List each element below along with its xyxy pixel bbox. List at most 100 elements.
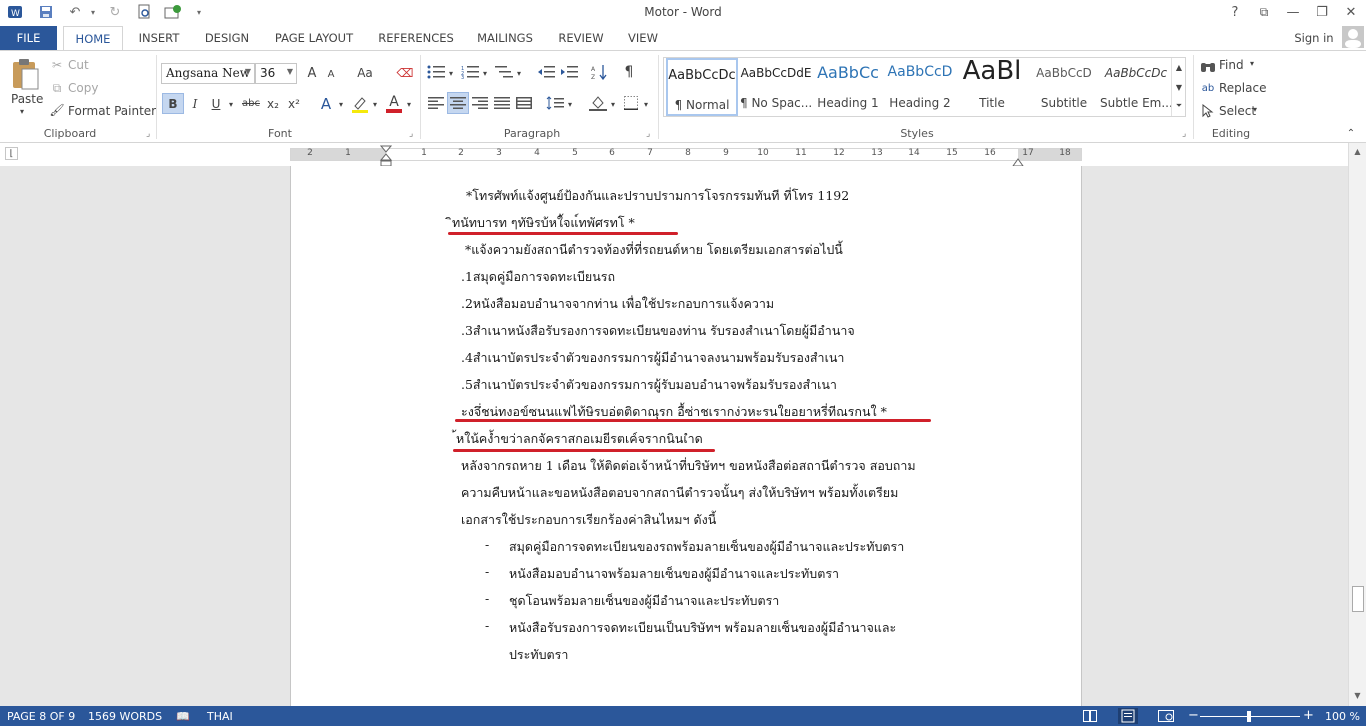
copy-button[interactable]: Copy xyxy=(68,81,98,95)
paste-button[interactable]: Paste xyxy=(11,92,43,106)
select-button[interactable]: Select xyxy=(1219,104,1256,118)
format-painter-button[interactable]: Format Painter xyxy=(68,104,156,118)
proofing-icon[interactable]: 📖 xyxy=(176,710,190,723)
tab-mailings[interactable]: MAILINGS xyxy=(470,26,540,50)
styles-launcher-icon[interactable]: ⌟ xyxy=(1182,130,1191,139)
text-effects-icon[interactable]: A xyxy=(317,93,335,114)
align-right-icon[interactable] xyxy=(470,94,490,112)
scroll-down-icon[interactable]: ▼ xyxy=(1174,80,1184,94)
sort-icon[interactable]: AZ xyxy=(590,63,610,81)
multilevel-list-icon[interactable] xyxy=(494,63,514,81)
increase-indent-icon[interactable] xyxy=(559,63,579,81)
italic-button[interactable]: I xyxy=(186,93,204,114)
replace-button[interactable]: Replace xyxy=(1219,81,1266,95)
borders-icon[interactable] xyxy=(621,94,641,112)
more-styles-icon[interactable]: ⏷ xyxy=(1174,99,1184,113)
avatar[interactable] xyxy=(1342,26,1364,48)
chevron-down-icon[interactable]: ▾ xyxy=(446,66,456,80)
chevron-down-icon[interactable]: ▾ xyxy=(514,66,524,80)
paste-icon[interactable] xyxy=(8,57,42,91)
clipboard-launcher-icon[interactable]: ⌟ xyxy=(146,130,155,139)
tab-page-layout[interactable]: PAGE LAYOUT xyxy=(266,26,362,50)
style-heading-2[interactable]: AaBbCcD Heading 2 xyxy=(884,58,956,116)
tab-view[interactable]: VIEW xyxy=(620,26,666,50)
language-indicator[interactable]: THAI xyxy=(207,710,233,723)
chevron-down-icon[interactable]: ▾ xyxy=(608,97,618,111)
help-button[interactable]: ? xyxy=(1224,2,1246,22)
paste-dropdown-icon[interactable]: ▾ xyxy=(20,107,24,116)
paragraph-launcher-icon[interactable]: ⌟ xyxy=(646,130,655,139)
style-normal[interactable]: AaBbCcDc ¶ Normal xyxy=(666,58,738,116)
tab-review[interactable]: REVIEW xyxy=(550,26,612,50)
zoom-in-button[interactable]: + xyxy=(1303,708,1314,723)
print-layout-icon[interactable] xyxy=(1118,708,1138,724)
tab-file[interactable]: FILE xyxy=(0,26,57,50)
find-button[interactable]: Find xyxy=(1219,58,1244,72)
web-layout-icon[interactable] xyxy=(1158,710,1174,725)
bullets-icon[interactable] xyxy=(426,63,446,81)
minimize-button[interactable]: — xyxy=(1282,2,1304,22)
align-left-icon[interactable] xyxy=(426,94,446,112)
align-center-icon[interactable] xyxy=(447,92,469,114)
collapse-ribbon-icon[interactable]: ⌃ xyxy=(1344,127,1358,139)
scroll-up-icon[interactable]: ▲ xyxy=(1174,60,1184,74)
sign-in-link[interactable]: Sign in xyxy=(1292,26,1336,50)
chevron-down-icon[interactable]: ▾ xyxy=(336,96,346,112)
restore-button[interactable]: ❐ xyxy=(1311,2,1333,22)
style-no-spacing[interactable]: AaBbCcDdE ¶ No Spac... xyxy=(740,58,812,116)
tab-home[interactable]: HOME xyxy=(63,26,123,51)
chevron-down-icon[interactable]: ▾ xyxy=(370,96,380,112)
style-title[interactable]: AaBl Title xyxy=(956,56,1028,116)
highlight-icon[interactable] xyxy=(350,93,370,114)
strikethrough-button[interactable]: abc xyxy=(240,93,262,114)
style-heading-1[interactable]: AaBbCc Heading 1 xyxy=(812,58,884,116)
chevron-down-icon[interactable]: ▾ xyxy=(641,97,651,111)
vertical-scrollbar[interactable]: ▲ ▼ xyxy=(1348,143,1366,706)
numbering-icon[interactable]: 123 xyxy=(460,63,480,81)
zoom-slider-thumb[interactable] xyxy=(1247,711,1251,722)
underline-button[interactable]: U xyxy=(207,93,225,114)
justify-icon[interactable] xyxy=(492,94,512,112)
shading-icon[interactable] xyxy=(588,94,608,112)
chevron-down-icon[interactable]: ▾ xyxy=(404,96,414,112)
bold-button[interactable]: B xyxy=(162,93,184,114)
scroll-up-icon[interactable]: ▲ xyxy=(1351,145,1364,158)
indent-marker-icon[interactable] xyxy=(379,145,393,167)
style-subtle-emphasis[interactable]: AaBbCcDc Subtle Em... xyxy=(1100,58,1172,116)
font-color-button[interactable]: A xyxy=(384,93,404,114)
superscript-button[interactable]: x² xyxy=(285,93,303,114)
style-subtitle[interactable]: AaBbCcD Subtitle xyxy=(1028,58,1100,116)
grow-font-icon[interactable]: A xyxy=(303,64,321,82)
read-mode-icon[interactable] xyxy=(1083,710,1097,725)
decrease-indent-icon[interactable] xyxy=(536,63,556,81)
tab-references[interactable]: REFERENCES xyxy=(372,26,460,50)
document-page[interactable]: *โทรศัพท์แจ้งศูนย์ป้องกันและปราบปรามการโ… xyxy=(290,166,1082,706)
font-name-combo[interactable]: Angsana New ▼ xyxy=(161,63,255,84)
tab-selector-icon[interactable]: ⌊ xyxy=(5,147,18,160)
show-formatting-icon[interactable]: ¶ xyxy=(620,63,638,81)
tab-design[interactable]: DESIGN xyxy=(196,26,258,50)
subscript-button[interactable]: x₂ xyxy=(264,93,282,114)
change-case-icon[interactable]: Aa xyxy=(352,64,378,82)
tab-insert[interactable]: INSERT xyxy=(128,26,190,50)
zoom-level[interactable]: 100 % xyxy=(1325,710,1360,723)
chevron-down-icon[interactable]: ▾ xyxy=(226,96,236,112)
ribbon-display-options-button[interactable]: ⧉ xyxy=(1253,2,1275,22)
chevron-down-icon[interactable]: ▾ xyxy=(480,66,490,80)
word-count[interactable]: 1569 WORDS xyxy=(88,710,162,723)
chevron-down-icon[interactable]: ▾ xyxy=(565,97,575,111)
chevron-down-icon[interactable]: ▾ xyxy=(1253,105,1257,114)
close-button[interactable]: ✕ xyxy=(1340,2,1362,22)
right-indent-marker-icon[interactable] xyxy=(1012,152,1024,167)
zoom-out-button[interactable]: − xyxy=(1188,708,1199,723)
distributed-icon[interactable] xyxy=(514,94,534,112)
font-size-combo[interactable]: 36 ▼ xyxy=(255,63,297,84)
shrink-font-icon[interactable]: A xyxy=(323,66,339,82)
line-spacing-icon[interactable] xyxy=(545,94,565,112)
page-count[interactable]: PAGE 8 OF 9 xyxy=(7,710,75,723)
clear-formatting-icon[interactable]: ⌫ xyxy=(396,64,414,82)
horizontal-ruler[interactable]: 2 1 1 2 3 4 5 6 7 8 9 10 11 12 13 14 15 … xyxy=(290,145,1082,167)
font-launcher-icon[interactable]: ⌟ xyxy=(409,130,418,139)
scroll-down-icon[interactable]: ▼ xyxy=(1351,689,1364,702)
scrollbar-thumb[interactable] xyxy=(1352,586,1364,612)
